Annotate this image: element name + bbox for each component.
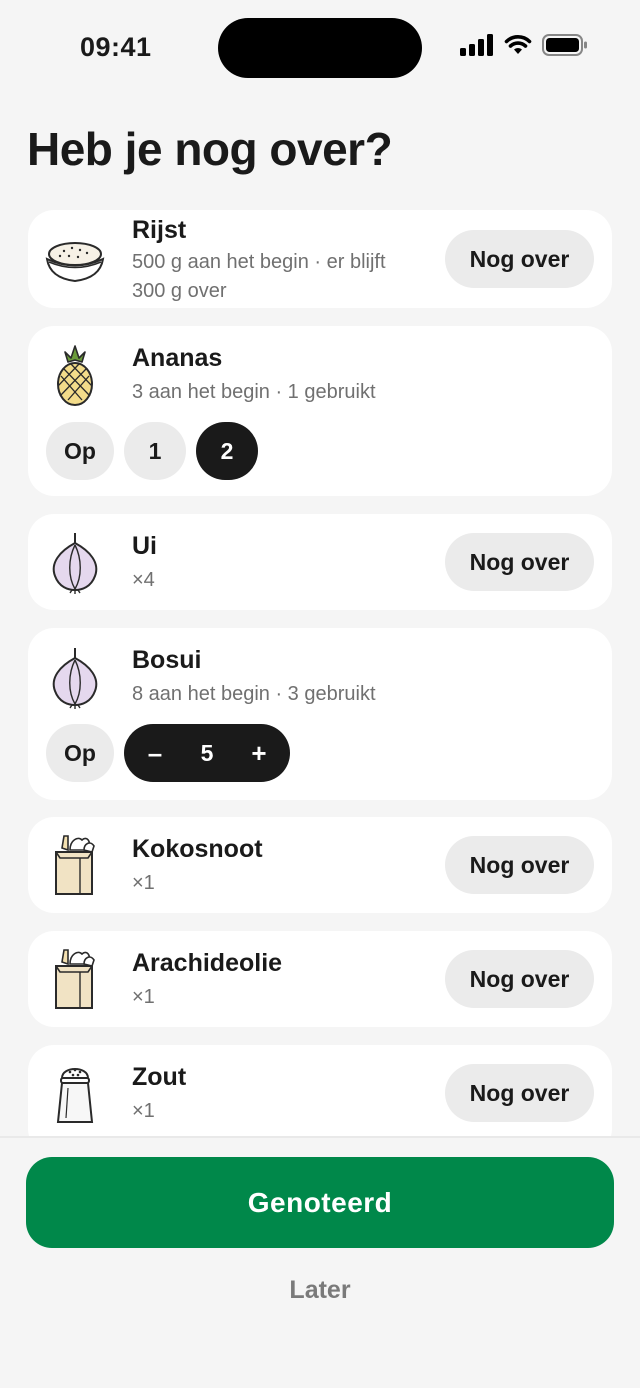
list-item-bosui: Bosui 8 aan het begin · 3 gebruikt Op – … [28,628,612,800]
option-op-chip[interactable]: Op [46,724,114,782]
pineapple-icon [42,342,108,408]
dynamic-island [218,18,422,78]
item-meta: ×4 [132,569,155,591]
later-link[interactable]: Later [0,1276,640,1305]
page-title: Heb je nog over? [27,123,393,175]
battery-icon [542,34,587,56]
nog-over-button[interactable]: Nog over [445,950,594,1008]
leftover-list[interactable]: Rijst 500 g aan het begin · er blijft 30… [28,210,612,1138]
onion-icon [42,644,108,710]
grocery-bag-icon [42,946,108,1012]
status-icons [460,34,588,56]
list-item-rijst: Rijst 500 g aan het begin · er blijft 30… [28,210,612,308]
onion-icon [42,529,108,595]
rice-bowl-icon [42,226,108,292]
option-op-chip[interactable]: Op [46,422,114,480]
list-item-arachideolie: Arachideolie ×1 Nog over [28,931,612,1027]
list-item-zout: Zout ×1 Nog over [28,1045,612,1138]
list-item-ananas: Ananas 3 aan het begin · 1 gebruikt Op 1… [28,326,612,496]
item-name: Ui [132,532,157,560]
nog-over-button[interactable]: Nog over [445,836,594,894]
list-divider [0,1136,640,1138]
item-name: Zout [132,1063,187,1091]
status-time: 09:41 [80,32,152,62]
stepper-value: 5 [200,739,214,766]
item-name: Ananas [132,344,223,372]
item-meta: 3 aan het begin · 1 gebruikt [132,381,376,403]
list-item-ui: Ui ×4 Nog over [28,514,612,610]
increment-button[interactable]: + [228,724,290,782]
item-meta-line: 300 g over [132,280,227,302]
salt-shaker-icon [42,1060,108,1126]
item-meta: ×1 [132,1100,155,1122]
quantity-stepper[interactable]: – 5 + [124,724,290,782]
list-item-kokosnoot: Kokosnoot ×1 Nog over [28,817,612,913]
option-2-chip-selected[interactable]: 2 [196,422,258,480]
item-name: Kokosnoot [132,835,263,863]
genoteerd-button[interactable]: Genoteerd [26,1157,614,1248]
item-name: Bosui [132,646,202,674]
item-meta: 500 g aan het begin · er blijft 300 g ov… [132,248,386,306]
nog-over-button[interactable]: Nog over [445,1064,594,1122]
item-meta: ×1 [132,872,155,894]
grocery-bag-icon [42,832,108,898]
status-bar: 09:41 [0,0,640,90]
item-meta-line: 500 g aan het begin · er blijft [132,251,386,273]
option-1-chip[interactable]: 1 [124,422,186,480]
item-meta: ×1 [132,986,155,1008]
nog-over-button[interactable]: Nog over [445,230,594,288]
decrement-button[interactable]: – [124,724,186,782]
wifi-icon [504,35,532,54]
item-name: Arachideolie [132,949,283,977]
nog-over-button[interactable]: Nog over [445,533,594,591]
item-name: Rijst [132,216,187,244]
item-meta: 8 aan het begin · 3 gebruikt [132,683,376,705]
signal-icon [460,34,493,56]
